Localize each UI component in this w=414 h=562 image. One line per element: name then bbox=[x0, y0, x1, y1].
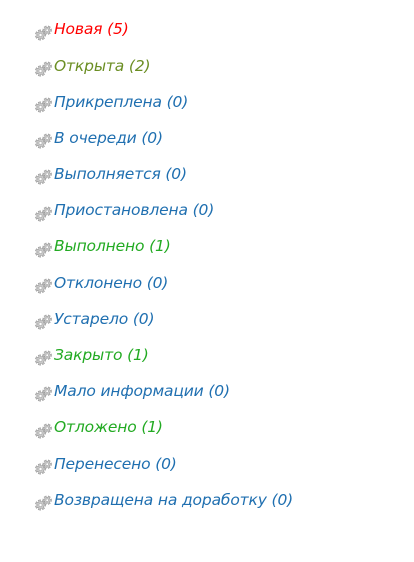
status-label[interactable]: Возвращена на доработку (0) bbox=[54, 492, 293, 509]
status-item-need-info[interactable]: Мало информации (0) bbox=[34, 374, 293, 410]
gear-icon bbox=[34, 457, 53, 476]
status-item-rejected[interactable]: Отклонено (0) bbox=[34, 265, 293, 301]
gear-icon bbox=[34, 348, 53, 367]
status-item-queued[interactable]: В очереди (0) bbox=[34, 121, 293, 157]
status-label[interactable]: Открыта (2) bbox=[54, 58, 151, 75]
status-item-open[interactable]: Открыта (2) bbox=[34, 48, 293, 84]
gear-icon bbox=[34, 384, 53, 403]
gear-icon bbox=[34, 95, 53, 114]
gear-icon bbox=[34, 204, 53, 223]
status-item-new[interactable]: Новая (5) bbox=[34, 12, 293, 48]
status-label[interactable]: В очереди (0) bbox=[54, 130, 163, 147]
status-label[interactable]: Отложено (1) bbox=[54, 420, 163, 436]
status-item-postponed[interactable]: Отложено (1) bbox=[34, 410, 293, 446]
status-label[interactable]: Отклонено (0) bbox=[54, 275, 168, 292]
status-item-in-progress[interactable]: Выполняется (0) bbox=[34, 157, 293, 193]
gear-icon bbox=[34, 23, 53, 42]
gear-icon bbox=[34, 131, 53, 150]
gear-icon bbox=[34, 59, 53, 78]
gear-icon bbox=[34, 240, 53, 259]
status-label[interactable]: Прикреплена (0) bbox=[54, 94, 188, 111]
gear-icon bbox=[34, 421, 53, 440]
status-label[interactable]: Новая (5) bbox=[54, 22, 129, 38]
status-list: Новая (5) Открыта (2) Прикреплена (0) В … bbox=[34, 12, 293, 519]
status-item-outdated[interactable]: Устарело (0) bbox=[34, 302, 293, 338]
status-label[interactable]: Приостановлена (0) bbox=[54, 203, 214, 219]
status-label[interactable]: Выполняется (0) bbox=[54, 167, 187, 183]
gear-icon bbox=[34, 312, 53, 331]
status-label[interactable]: Устарело (0) bbox=[54, 311, 154, 328]
status-item-attached[interactable]: Прикреплена (0) bbox=[34, 84, 293, 120]
status-label[interactable]: Выполнено (1) bbox=[54, 239, 171, 255]
gear-icon bbox=[34, 167, 53, 186]
status-label[interactable]: Мало информации (0) bbox=[54, 384, 230, 400]
gear-icon bbox=[34, 493, 53, 512]
status-item-returned[interactable]: Возвращена на доработку (0) bbox=[34, 482, 293, 518]
status-label[interactable]: Закрыто (1) bbox=[54, 348, 149, 364]
gear-icon bbox=[34, 276, 53, 295]
status-label[interactable]: Перенесено (0) bbox=[54, 456, 177, 473]
status-item-done[interactable]: Выполнено (1) bbox=[34, 229, 293, 265]
status-item-moved[interactable]: Перенесено (0) bbox=[34, 446, 293, 482]
status-item-suspended[interactable]: Приостановлена (0) bbox=[34, 193, 293, 229]
status-item-closed[interactable]: Закрыто (1) bbox=[34, 338, 293, 374]
